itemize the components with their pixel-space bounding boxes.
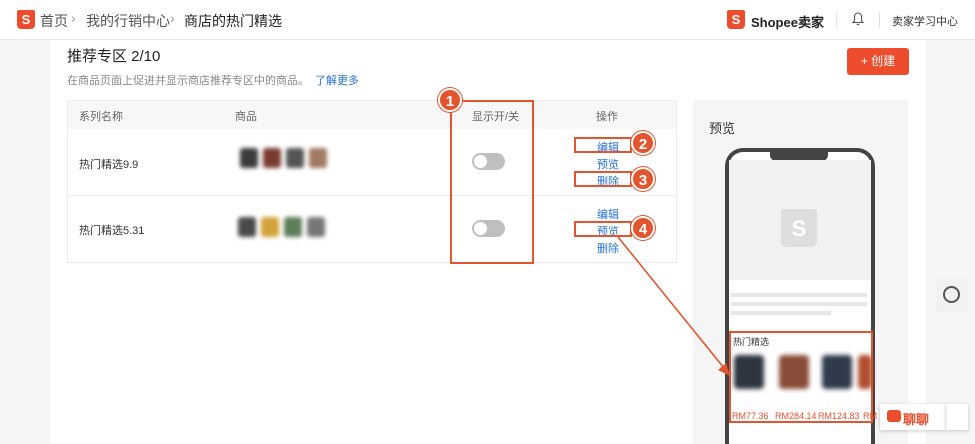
product-price: RM77.36 bbox=[732, 411, 769, 421]
seller-logo-icon: S bbox=[727, 10, 745, 29]
highlight-delete bbox=[574, 171, 632, 187]
product-thumbnail bbox=[261, 217, 279, 237]
highlight-edit bbox=[574, 137, 632, 153]
divider bbox=[879, 13, 880, 27]
callout-badge: 3 bbox=[631, 167, 655, 191]
placeholder-line bbox=[731, 293, 867, 297]
highlight-toggle-column bbox=[450, 100, 534, 264]
delete-link[interactable]: 删除 bbox=[597, 240, 619, 256]
product-thumbnail bbox=[238, 217, 256, 237]
placeholder-line bbox=[731, 311, 831, 315]
preview-title: 预览 bbox=[709, 121, 736, 136]
column-header-name: 系列名称 bbox=[79, 111, 123, 123]
breadcrumb-marketing[interactable]: 我的行销中心 bbox=[86, 11, 170, 31]
divider bbox=[836, 13, 837, 27]
product-thumbnail bbox=[309, 148, 327, 168]
product-image bbox=[822, 355, 852, 389]
product-price: RM284.14 bbox=[775, 411, 817, 421]
product-thumbnail bbox=[240, 148, 258, 168]
breadcrumb-home[interactable]: 首页 bbox=[40, 11, 68, 31]
product-thumbnail bbox=[307, 217, 325, 237]
placeholder-line bbox=[731, 302, 867, 306]
headset-icon bbox=[943, 286, 960, 303]
product-price: RM bbox=[863, 411, 877, 421]
collection-name: 热门精选9.9 bbox=[79, 159, 139, 171]
row-divider bbox=[68, 195, 676, 196]
hot-picks-label: 热门精选 bbox=[733, 337, 770, 347]
callout-badge: 4 bbox=[631, 216, 655, 240]
column-header-products: 商品 bbox=[235, 111, 257, 123]
learn-more-link[interactable]: 了解更多 bbox=[315, 75, 359, 87]
callout-badge: 2 bbox=[631, 131, 655, 155]
shopee-bag-icon: S bbox=[781, 209, 817, 247]
learning-center-link[interactable]: 卖家学习中心 bbox=[892, 13, 958, 29]
product-thumbnails bbox=[238, 217, 325, 237]
callout-badge: 1 bbox=[438, 88, 462, 112]
product-price: RM124.83 bbox=[818, 411, 860, 421]
chat-label: 聊聊 bbox=[903, 412, 930, 427]
subtitle-text: 在商品页面上促进并显示商店推荐专区中的商品。 bbox=[67, 75, 309, 87]
bell-icon[interactable] bbox=[852, 12, 864, 26]
create-button[interactable]: + 创建 bbox=[847, 48, 909, 75]
chat-icon bbox=[887, 410, 901, 422]
collection-name: 热门精选5.31 bbox=[79, 225, 145, 237]
page-title: 推荐专区 2/10 bbox=[67, 48, 161, 65]
product-image bbox=[858, 355, 872, 389]
chevron-right-icon: › bbox=[170, 10, 175, 26]
chevron-right-icon: › bbox=[71, 10, 76, 26]
highlight-preview bbox=[574, 221, 632, 237]
breadcrumb-current: 商店的热门精选 bbox=[184, 13, 282, 29]
product-image bbox=[779, 355, 809, 389]
minimize-chat-button[interactable] bbox=[946, 404, 968, 430]
page-subtitle: 在商品页面上促进并显示商店推荐专区中的商品。 了解更多 bbox=[67, 72, 359, 88]
seller-brand[interactable]: Shopee卖家 bbox=[751, 12, 824, 31]
product-thumbnail bbox=[286, 148, 304, 168]
product-thumbnail bbox=[284, 217, 302, 237]
product-image bbox=[734, 355, 764, 389]
product-thumbnail bbox=[263, 148, 281, 168]
preview-link[interactable]: 预览 bbox=[597, 156, 619, 172]
product-thumbnails bbox=[240, 148, 327, 168]
column-header-actions: 操作 bbox=[596, 111, 618, 123]
edit-link[interactable]: 编辑 bbox=[597, 206, 619, 222]
shopee-logo-icon[interactable]: S bbox=[17, 10, 35, 29]
table-header: 系列名称 商品 显示开/关 操作 bbox=[68, 101, 676, 129]
